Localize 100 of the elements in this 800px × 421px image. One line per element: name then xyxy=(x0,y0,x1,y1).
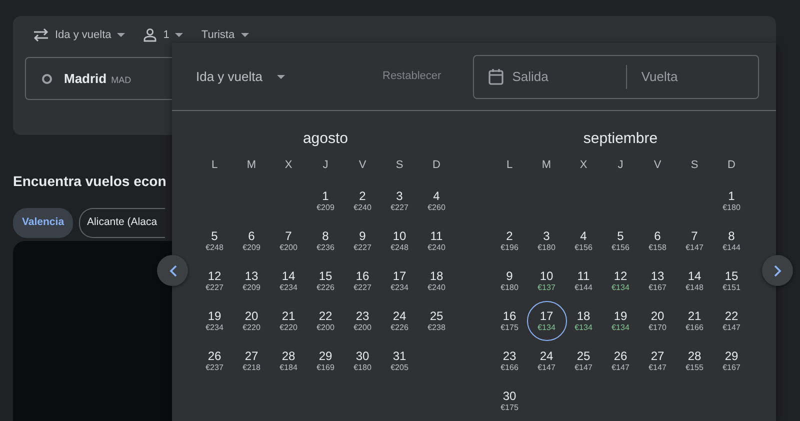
passengers-select[interactable]: 1 xyxy=(141,28,186,42)
calendar-day[interactable]: 28 €155 xyxy=(674,341,714,381)
calendar-day[interactable]: 19 €234 xyxy=(194,301,234,341)
calendar-day[interactable]: 25 €238 xyxy=(416,301,456,341)
calendar-day[interactable]: 8 €236 xyxy=(306,221,346,261)
calendar-day[interactable]: 5 €248 xyxy=(194,221,234,261)
calendar-day[interactable]: 19 €134 xyxy=(600,301,640,341)
calendar-day[interactable]: 30 €175 xyxy=(490,381,530,421)
weekday-label: J xyxy=(322,158,330,173)
swap-arrows-icon xyxy=(33,28,49,42)
calendar-day[interactable]: 17 €134 xyxy=(526,301,566,341)
return-placeholder: Vuelta xyxy=(641,68,678,86)
calendar-day[interactable]: 22 €147 xyxy=(712,301,752,341)
weekday-label: V xyxy=(652,158,662,173)
calendar-day[interactable]: 16 €227 xyxy=(342,261,382,301)
origin-value: Madrid MAD xyxy=(64,70,132,88)
calendar-day[interactable]: 23 €166 xyxy=(490,341,530,381)
calendar-day[interactable]: 13 €209 xyxy=(232,261,272,301)
trip-type-select[interactable]: Ida y vuelta xyxy=(196,66,284,86)
weekday-label: S xyxy=(394,158,404,173)
cabin-select[interactable]: Turista xyxy=(199,28,251,42)
calendar-day[interactable]: 21 €166 xyxy=(674,301,714,341)
weekday-label: V xyxy=(358,158,368,173)
calendar-day[interactable]: 9 €180 xyxy=(490,261,530,301)
calendar-day[interactable]: 21 €220 xyxy=(268,301,308,341)
next-month-button[interactable] xyxy=(762,255,793,286)
caret-icon xyxy=(175,33,184,37)
calendar-day[interactable]: 28 €184 xyxy=(268,341,308,381)
weekday-label: X xyxy=(284,158,294,173)
calendar-day[interactable]: 12 €227 xyxy=(194,261,234,301)
weekday-label: S xyxy=(690,158,700,173)
calendar-day[interactable]: 9 €227 xyxy=(342,221,382,261)
weekday-label: L xyxy=(505,158,514,173)
person-icon xyxy=(143,28,158,42)
calendar-day[interactable]: 31 €205 xyxy=(380,341,420,381)
calendar-day[interactable]: 14 €148 xyxy=(674,261,714,301)
chevron-right-icon xyxy=(774,264,782,276)
calendar-day[interactable]: 2 €196 xyxy=(490,221,530,261)
calendar-day[interactable]: 18 €240 xyxy=(416,261,456,301)
caret-icon xyxy=(240,33,249,37)
weekday-label: J xyxy=(616,158,624,173)
calendar-day[interactable]: 3 €227 xyxy=(380,181,420,221)
calendar-day[interactable]: 11 €240 xyxy=(416,221,456,261)
calendar-icon xyxy=(488,68,504,86)
calendar-day[interactable]: 30 €180 xyxy=(342,341,382,381)
calendar-day[interactable]: 7 €200 xyxy=(268,221,308,261)
calendar-day[interactable]: 6 €158 xyxy=(638,221,678,261)
section-heading: Encuentra vuelos econ xyxy=(13,172,166,191)
calendar-day[interactable]: 29 €167 xyxy=(712,341,752,381)
calendar-day[interactable]: 20 €170 xyxy=(638,301,678,341)
calendar-day[interactable]: 5 €156 xyxy=(600,221,640,261)
calendar-day[interactable]: 7 €147 xyxy=(674,221,714,261)
calendar-day[interactable]: 26 €237 xyxy=(194,341,234,381)
calendar-day[interactable]: 24 €147 xyxy=(526,341,566,381)
calendar-day[interactable]: 12 €134 xyxy=(600,261,640,301)
chevron-left-icon xyxy=(168,264,176,276)
calendar-day[interactable]: 26 €147 xyxy=(600,341,640,381)
weekday-label: M xyxy=(540,158,552,173)
calendar-day[interactable]: 3 €180 xyxy=(526,221,566,261)
calendar-day[interactable]: 1 €180 xyxy=(712,181,752,221)
calendar-day[interactable]: 4 €156 xyxy=(564,221,604,261)
calendar-day[interactable]: 8 €144 xyxy=(712,221,752,261)
calendar-day[interactable]: 1 €209 xyxy=(306,181,346,221)
calendar-day[interactable]: 4 €260 xyxy=(416,181,456,221)
calendar-day[interactable]: 17 €234 xyxy=(380,261,420,301)
calendar-day[interactable]: 10 €248 xyxy=(380,221,420,261)
calendar-day[interactable]: 23 €200 xyxy=(342,301,382,341)
calendar-day[interactable]: 22 €200 xyxy=(306,301,346,341)
calendar-day[interactable]: 20 €220 xyxy=(232,301,272,341)
reset-button[interactable]: Restablecer xyxy=(382,68,442,85)
calendar-day[interactable]: 29 €169 xyxy=(306,341,346,381)
weekday-label: M xyxy=(246,158,258,173)
calendar-day[interactable]: 27 €218 xyxy=(232,341,272,381)
departure-placeholder: Salida xyxy=(512,68,548,86)
weekday-label: D xyxy=(432,158,442,173)
calendar-day[interactable]: 6 €209 xyxy=(232,221,272,261)
caret-icon xyxy=(117,33,126,37)
calendar-day[interactable]: 2 €240 xyxy=(342,181,382,221)
calendar-day[interactable]: 24 €226 xyxy=(380,301,420,341)
origin-icon xyxy=(42,74,52,84)
month-title: septiembre xyxy=(582,129,659,148)
calendar-day[interactable]: 25 €147 xyxy=(564,341,604,381)
calendar-day[interactable]: 10 €137 xyxy=(526,261,566,301)
destination-chip[interactable]: Alicante (Alaca xyxy=(79,208,166,238)
calendar-day[interactable]: 15 €226 xyxy=(306,261,346,301)
weekday-label: L xyxy=(210,158,219,173)
calendar-day[interactable]: 27 €147 xyxy=(638,341,678,381)
calendar-day[interactable]: 11 €144 xyxy=(564,261,604,301)
calendar-day[interactable]: 13 €167 xyxy=(638,261,678,301)
caret-icon xyxy=(276,74,284,78)
date-field[interactable]: Salida Vuelta xyxy=(473,54,760,98)
calendar-day[interactable]: 15 €151 xyxy=(712,261,752,301)
month-title: agosto xyxy=(302,129,350,148)
calendar-day[interactable]: 18 €134 xyxy=(564,301,604,341)
weekday-label: D xyxy=(726,158,736,173)
calendar-day[interactable]: 14 €234 xyxy=(268,261,308,301)
calendar-day[interactable]: 16 €175 xyxy=(490,301,530,341)
destination-chip[interactable]: Valencia xyxy=(13,208,74,238)
weekday-label: X xyxy=(578,158,588,173)
trip-type-select[interactable]: Ida y vuelta xyxy=(31,28,128,42)
